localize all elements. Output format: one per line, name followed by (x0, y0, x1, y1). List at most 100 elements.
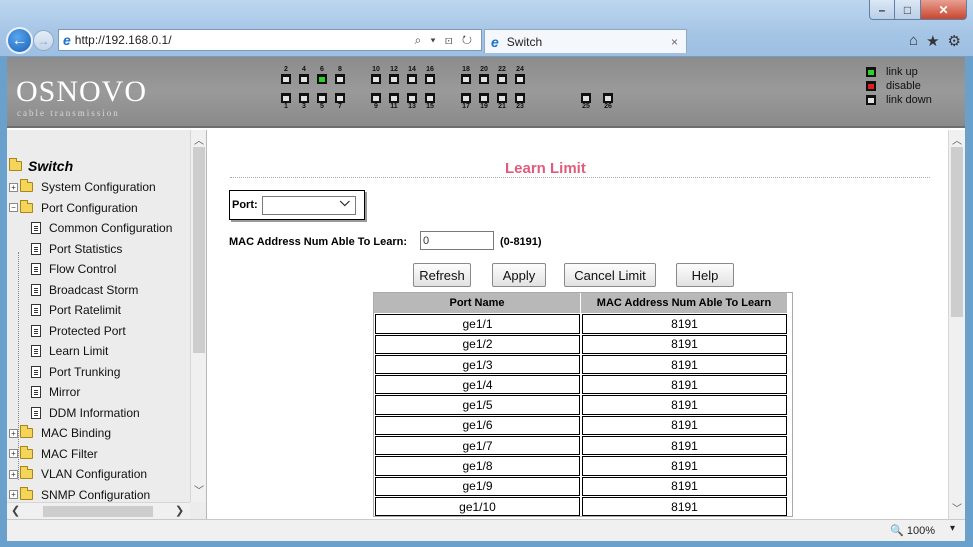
legend-link-up: link up (866, 65, 932, 79)
port-21[interactable]: 21 (495, 93, 509, 111)
tree-vertical-scrollbar[interactable]: ︿ ﹀ (190, 130, 206, 502)
tree-horizontal-scrollbar[interactable]: ❮ ❯ (7, 502, 190, 519)
port-17[interactable]: 17 (459, 93, 473, 111)
cancel-limit-button[interactable]: Cancel Limit (564, 263, 656, 287)
address-url[interactable]: http://192.168.0.1/ (75, 33, 172, 47)
tree-item-system-configuration[interactable]: + System Configuration (9, 177, 156, 197)
port-15[interactable]: 15 (423, 93, 437, 111)
apply-button[interactable]: Apply (492, 263, 546, 287)
mac-limit-input[interactable] (420, 231, 494, 250)
tree-item-flow-control[interactable]: Flow Control (31, 259, 116, 279)
tree-item-mac-binding[interactable]: + MAC Binding (9, 423, 111, 443)
cell-mac-limit: 8191 (582, 334, 787, 354)
port-12[interactable]: 12 (387, 66, 401, 84)
cell-mac-limit: 8191 (582, 496, 787, 517)
table-row: ge1/1 8191 (374, 313, 792, 334)
expand-icon[interactable]: + (9, 428, 18, 438)
port-18[interactable]: 18 (459, 66, 473, 84)
expand-icon[interactable]: + (9, 469, 18, 479)
cell-port-name: ge1/9 (375, 476, 580, 496)
expand-icon[interactable]: + (9, 182, 18, 192)
tree-item-label: Port Configuration (41, 200, 138, 215)
scroll-up-icon[interactable]: ︿ (952, 132, 962, 147)
address-controls[interactable]: ⌕ ▾ ⊡ ↻ (414, 33, 475, 48)
port-5[interactable]: 5 (315, 93, 329, 111)
tree-item-port-ratelimit[interactable]: Port Ratelimit (31, 300, 121, 320)
tree-item-protected-port[interactable]: Protected Port (31, 321, 126, 341)
port-13[interactable]: 13 (405, 93, 419, 111)
port-11[interactable]: 11 (387, 93, 401, 111)
tree-item-broadcast-storm[interactable]: Broadcast Storm (31, 280, 138, 300)
tree-item-port-statistics[interactable]: Port Statistics (31, 239, 122, 259)
tree-item-vlan-configuration[interactable]: + VLAN Configuration (9, 464, 147, 484)
table-row: ge1/9 8191 (374, 476, 792, 496)
tree-item-port-configuration[interactable]: − Port Configuration (9, 198, 138, 218)
port-22[interactable]: 22 (495, 66, 509, 84)
zoom-level[interactable]: 🔍 100% (890, 524, 935, 537)
cell-mac-limit: 8191 (582, 375, 787, 395)
scroll-thumb[interactable] (951, 147, 963, 317)
tree-item-mirror[interactable]: Mirror (31, 382, 80, 402)
port-23[interactable]: 23 (513, 93, 527, 111)
scroll-right-icon[interactable]: ❯ (175, 504, 184, 517)
main-content: Learn Limit Port: MAC Address Num Able T… (208, 130, 965, 519)
minimize-icon[interactable]: – (869, 0, 895, 20)
port-4[interactable]: 4 (297, 66, 311, 84)
port-7[interactable]: 7 (333, 93, 347, 111)
scroll-up-icon[interactable]: ︿ (194, 132, 204, 147)
tree-root[interactable]: Switch (9, 158, 73, 174)
port-icon (371, 93, 381, 103)
maximize-icon[interactable]: □ (895, 0, 921, 20)
port-20[interactable]: 20 (477, 66, 491, 84)
port-25[interactable]: 25 (579, 93, 593, 111)
tree-item-port-trunking[interactable]: Port Trunking (31, 362, 120, 382)
tree-item-mac-filter[interactable]: + MAC Filter (9, 444, 98, 464)
port-9[interactable]: 9 (369, 93, 383, 111)
legend-label: link up (886, 66, 918, 78)
port-19[interactable]: 19 (477, 93, 491, 111)
port-select[interactable] (261, 194, 356, 215)
port-icon (407, 74, 417, 84)
port-24[interactable]: 24 (513, 66, 527, 84)
gear-icon[interactable]: ⚙ (948, 32, 961, 50)
port-icon (299, 93, 309, 103)
refresh-button[interactable]: Refresh (413, 263, 471, 287)
browser-tab[interactable]: e Switch × (484, 29, 687, 53)
tree-item-learn-limit[interactable]: Learn Limit (31, 341, 108, 361)
cell-port-name: ge1/2 (375, 334, 580, 354)
tab-close-icon[interactable]: × (671, 35, 678, 49)
expand-icon[interactable]: + (9, 449, 18, 458)
expand-icon[interactable]: − (9, 203, 18, 212)
nav-tree-pane: Switch + System Configuration − Port Config… (7, 130, 207, 519)
port-number: 15 (426, 103, 434, 110)
tree-item-ddm-information[interactable]: DDM Information (31, 403, 140, 423)
scroll-left-icon[interactable]: ❮ (11, 504, 20, 517)
port-6[interactable]: 6 (315, 66, 329, 84)
port-16[interactable]: 16 (423, 66, 437, 84)
home-icon[interactable]: ⌂ (909, 32, 918, 50)
port-26[interactable]: 26 (601, 93, 615, 111)
port-8[interactable]: 8 (333, 66, 347, 84)
help-button[interactable]: Help (676, 263, 734, 287)
port-2[interactable]: 2 (279, 66, 293, 84)
favorites-star-icon[interactable]: ★ (926, 32, 939, 50)
scroll-down-icon[interactable]: ﹀ (952, 500, 962, 515)
port-14[interactable]: 14 (405, 66, 419, 84)
page-vertical-scrollbar[interactable]: ︿ ﹀ (948, 130, 965, 519)
scroll-thumb[interactable] (43, 506, 153, 517)
zoom-dropdown-icon[interactable]: ▾ (950, 523, 955, 534)
scroll-down-icon[interactable]: ﹀ (194, 482, 204, 497)
address-bar[interactable]: e http://192.168.0.1/ ⌕ ▾ ⊡ ↻ (58, 29, 482, 51)
port-1[interactable]: 1 (279, 93, 293, 111)
port-10[interactable]: 10 (369, 66, 383, 84)
port-number: 11 (390, 103, 398, 110)
port-3[interactable]: 3 (297, 93, 311, 111)
forward-button[interactable]: → (33, 30, 54, 51)
back-button[interactable]: ← (6, 27, 33, 54)
port-number: 16 (426, 66, 434, 73)
mac-limit-label: MAC Address Num Able To Learn: (229, 236, 408, 248)
scroll-thumb[interactable] (193, 147, 205, 353)
expand-icon[interactable]: + (9, 490, 18, 499)
tree-item-common-configuration[interactable]: Common Configuration (31, 218, 172, 238)
close-icon[interactable]: ✕ (921, 0, 967, 20)
